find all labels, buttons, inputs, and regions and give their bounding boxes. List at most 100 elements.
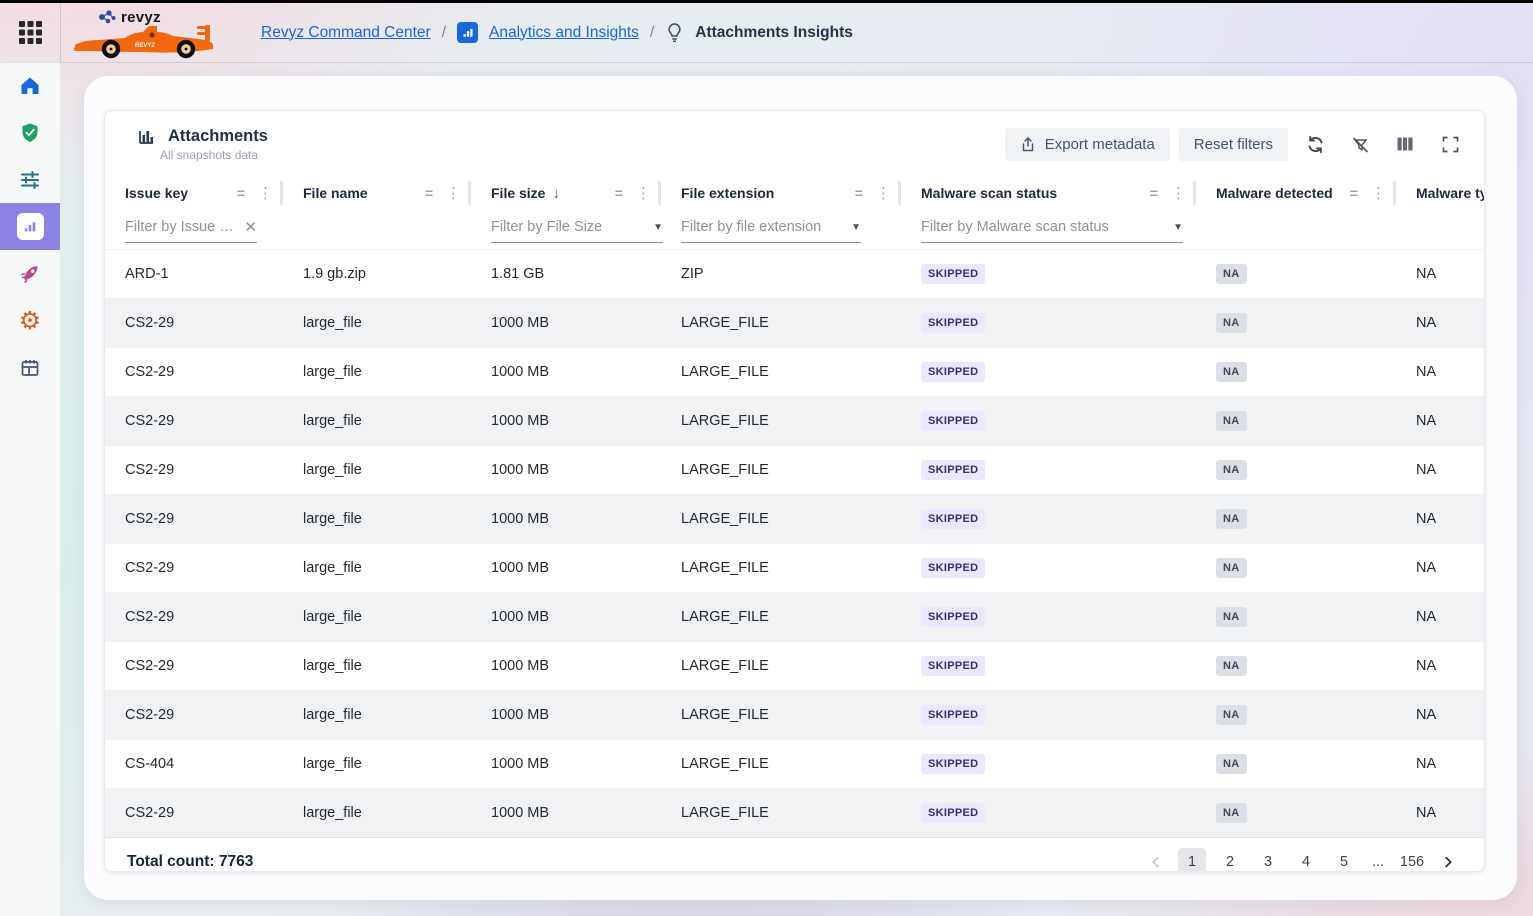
table-row[interactable]: CS2-29large_file1000 MBLARGE_FILESKIPPED… (105, 592, 1484, 641)
sidebar-item-launch[interactable] (0, 250, 60, 297)
cell-malware_type: NA (1396, 397, 1484, 445)
filter-input-issue_key[interactable]: Filter by Issue key✕ (125, 212, 257, 243)
fullscreen-button[interactable] (1432, 128, 1468, 161)
column-drag-handle-icon[interactable]: = (237, 185, 245, 201)
sort-desc-icon[interactable]: ↓ (552, 185, 560, 202)
column-header-file_name[interactable]: File name=⋮ (283, 177, 471, 209)
clear-filter-icon[interactable]: ✕ (244, 218, 257, 236)
manage-columns-button[interactable] (1387, 128, 1423, 161)
column-header-file_size[interactable]: File size↓=⋮ (471, 177, 661, 209)
cell-file_size: 1000 MB (471, 789, 661, 837)
cell-malware_detected: NA (1196, 544, 1396, 592)
dropdown-caret-icon[interactable]: ▼ (1173, 222, 1183, 233)
status-badge: SKIPPED (921, 411, 985, 431)
column-header-issue_key[interactable]: Issue key=⋮ (105, 177, 283, 209)
status-badge: SKIPPED (921, 362, 985, 382)
attachments-chart-icon (137, 127, 156, 146)
table-row[interactable]: CS2-29large_file1000 MBLARGE_FILESKIPPED… (105, 543, 1484, 592)
sidebar-item-security[interactable] (0, 109, 60, 156)
column-drag-handle-icon[interactable]: = (425, 185, 433, 201)
column-header-malware_detected[interactable]: Malware detected=⋮ (1196, 177, 1396, 209)
topbar: revyz REVYZ (0, 3, 1533, 63)
export-metadata-button[interactable]: Export metadata (1005, 128, 1170, 161)
filter-input-file_size[interactable]: Filter by File Size▼ (491, 212, 663, 243)
column-menu-icon[interactable]: ⋮ (876, 186, 891, 201)
page-button-4[interactable]: 4 (1292, 848, 1320, 873)
table-row[interactable]: CS2-29large_file1000 MBLARGE_FILESKIPPED… (105, 347, 1484, 396)
column-drag-handle-icon[interactable]: = (1150, 185, 1158, 201)
column-header-malware_scan_status[interactable]: Malware scan status=⋮ (901, 177, 1196, 209)
na-badge: NA (1216, 803, 1247, 823)
reset-filters-button[interactable]: Reset filters (1179, 128, 1288, 161)
breadcrumb-section-link[interactable]: Analytics and Insights (489, 24, 639, 42)
next-page-button[interactable] (1436, 848, 1460, 873)
page-button-2[interactable]: 2 (1216, 848, 1244, 873)
column-drag-handle-icon[interactable]: = (1350, 185, 1358, 201)
cell-malware_detected: NA (1196, 593, 1396, 641)
cell-malware_detected: NA (1196, 642, 1396, 690)
page-button-5[interactable]: 5 (1330, 848, 1358, 873)
bar-chart-icon (23, 220, 37, 234)
column-header-malware_type[interactable]: Malware type=⋮ (1396, 177, 1484, 209)
sidebar-item-analytics[interactable] (0, 203, 60, 250)
filter-placeholder: Filter by File Size (491, 219, 645, 235)
breadcrumb-root-link[interactable]: Revyz Command Center (261, 24, 431, 42)
column-label: Malware type (1416, 185, 1484, 201)
column-drag-handle-icon[interactable]: = (615, 185, 623, 201)
table-row[interactable]: CS2-29large_file1000 MBLARGE_FILESKIPPED… (105, 396, 1484, 445)
filter-input-file_extension[interactable]: Filter by file extension▼ (681, 212, 861, 243)
app-switcher-button[interactable] (14, 16, 47, 49)
disable-filters-button[interactable] (1342, 128, 1378, 161)
table-filter-row: Filter by Issue key✕Filter by File Size▼… (105, 209, 1484, 249)
status-badge: SKIPPED (921, 558, 985, 578)
page-button-1[interactable]: 1 (1178, 848, 1206, 873)
attachments-card: Attachments All snapshots data Export me… (104, 110, 1485, 872)
column-menu-icon[interactable]: ⋮ (258, 186, 273, 201)
table-row[interactable]: CS2-29large_file1000 MBLARGE_FILESKIPPED… (105, 788, 1484, 837)
cell-file_name: 1.9 gb.zip (283, 250, 471, 298)
column-menu-icon[interactable]: ⋮ (1171, 186, 1186, 201)
page-button-3[interactable]: 3 (1254, 848, 1282, 873)
cell-malware_type: NA (1396, 642, 1484, 690)
cell-malware_scan_status: SKIPPED (901, 593, 1196, 641)
status-badge: SKIPPED (921, 509, 985, 529)
column-menu-icon[interactable]: ⋮ (636, 186, 651, 201)
attachments-table: Issue key=⋮File name=⋮File size↓=⋮File e… (105, 177, 1484, 837)
window-top-edge (0, 0, 1533, 3)
sidebar-item-reports[interactable] (0, 344, 60, 391)
page-button-156[interactable]: 156 (1398, 848, 1426, 873)
table-row[interactable]: CS2-29large_file1000 MBLARGE_FILESKIPPED… (105, 690, 1484, 739)
refresh-button[interactable] (1297, 128, 1333, 161)
cell-file_size: 1000 MB (471, 299, 661, 347)
cell-malware_type: NA (1396, 299, 1484, 347)
revyz-logo[interactable]: revyz REVYZ (73, 5, 231, 61)
cell-malware_scan_status: SKIPPED (901, 691, 1196, 739)
table-row[interactable]: CS2-29large_file1000 MBLARGE_FILESKIPPED… (105, 494, 1484, 543)
previous-page-button[interactable] (1144, 848, 1168, 873)
race-car-illustration: REVYZ (73, 23, 225, 59)
sidebar-item-settings[interactable]: ⚙ (0, 297, 60, 344)
dropdown-caret-icon[interactable]: ▼ (851, 222, 861, 233)
sidebar-item-home[interactable] (0, 62, 60, 109)
column-menu-icon[interactable]: ⋮ (446, 186, 461, 201)
cell-file_extension: LARGE_FILE (661, 593, 901, 641)
cell-malware_type: NA (1396, 495, 1484, 543)
filter-input-malware_scan_status[interactable]: Filter by Malware scan status▼ (921, 212, 1183, 243)
table-row[interactable]: CS2-29large_file1000 MBLARGE_FILESKIPPED… (105, 641, 1484, 690)
column-header-file_extension[interactable]: File extension=⋮ (661, 177, 901, 209)
cell-malware_type: NA (1396, 348, 1484, 396)
na-badge: NA (1216, 460, 1247, 480)
sidebar-item-controls[interactable] (0, 156, 60, 203)
cell-malware_detected: NA (1196, 250, 1396, 298)
status-badge: SKIPPED (921, 705, 985, 725)
table-row[interactable]: CS2-29large_file1000 MBLARGE_FILESKIPPED… (105, 445, 1484, 494)
cell-malware_type: NA (1396, 593, 1484, 641)
column-drag-handle-icon[interactable]: = (855, 185, 863, 201)
table-row[interactable]: ARD-11.9 gb.zip1.81 GBZIPSKIPPEDNANA (105, 249, 1484, 298)
table-row[interactable]: CS2-29large_file1000 MBLARGE_FILESKIPPED… (105, 298, 1484, 347)
column-menu-icon[interactable]: ⋮ (1371, 186, 1386, 201)
cell-file_name: large_file (283, 495, 471, 543)
table-row[interactable]: CS-404large_file1000 MBLARGE_FILESKIPPED… (105, 739, 1484, 788)
cell-file_size: 1000 MB (471, 446, 661, 494)
cell-issue_key: ARD-1 (105, 250, 283, 298)
